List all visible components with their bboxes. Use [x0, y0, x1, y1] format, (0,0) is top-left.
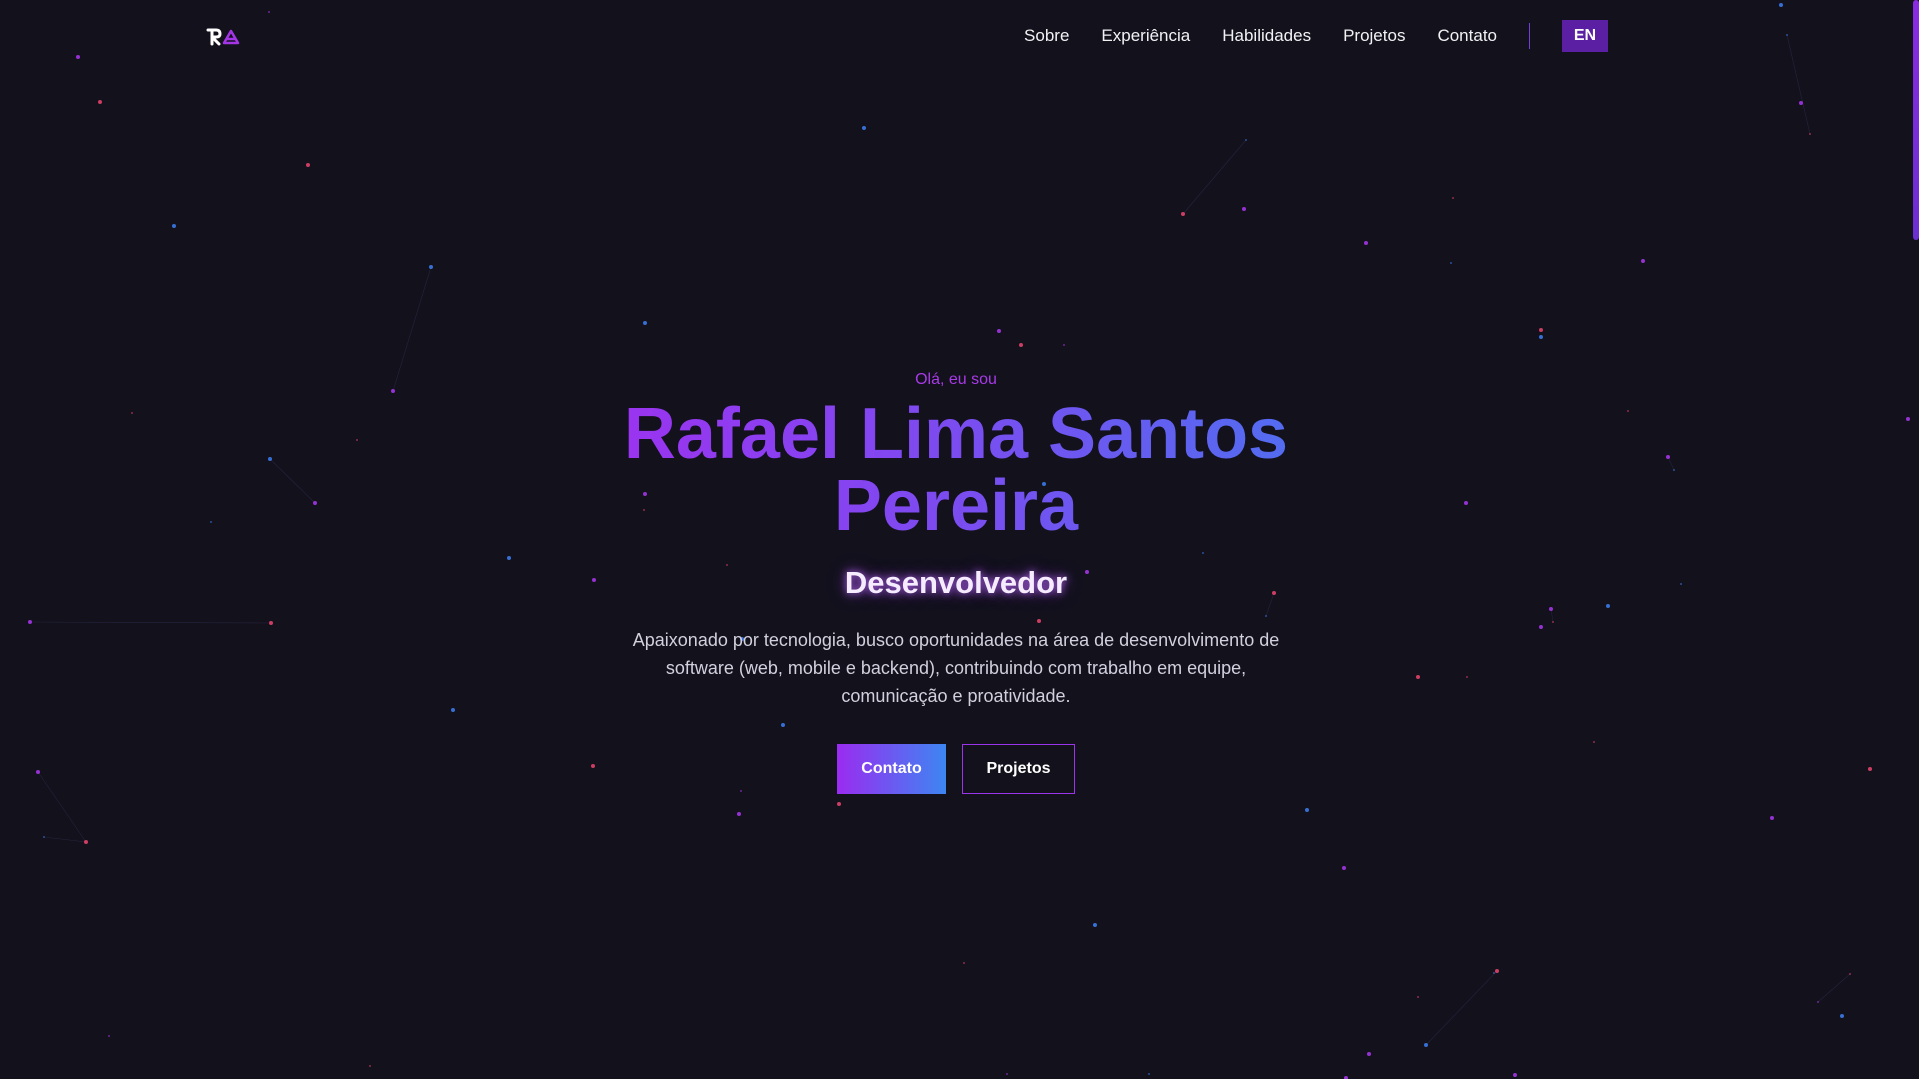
particle-dot — [1019, 343, 1023, 347]
particle-dot — [269, 621, 273, 625]
particle-dot — [1641, 259, 1645, 263]
navbar: Sobre Experiência Habilidades Projetos C… — [0, 0, 1919, 72]
particle-dot — [1906, 417, 1910, 421]
hero-name: Rafael Lima Santos Pereira — [560, 398, 1352, 542]
nav-link-habilidades[interactable]: Habilidades — [1222, 26, 1311, 46]
hero-greeting: Olá, eu sou — [915, 371, 997, 388]
nav-link-projetos[interactable]: Projetos — [1343, 26, 1405, 46]
particle-dot — [1539, 328, 1543, 332]
nav-link-sobre[interactable]: Sobre — [1024, 26, 1069, 46]
particle-dot — [369, 1065, 371, 1067]
particle-dot — [98, 100, 102, 104]
particle-dot — [1148, 1073, 1150, 1075]
particle-dot — [1770, 816, 1774, 820]
particle-dot — [28, 620, 32, 624]
particle-dot — [643, 321, 647, 325]
particle-dot — [429, 265, 433, 269]
language-toggle-button[interactable]: EN — [1562, 20, 1608, 52]
particle-dot — [507, 556, 511, 560]
particle-dot — [1242, 207, 1246, 211]
projects-button[interactable]: Projetos — [962, 744, 1075, 794]
particle-link — [1817, 973, 1851, 1003]
particle-link — [1182, 139, 1247, 215]
particle-dot — [1817, 1001, 1819, 1003]
nav-link-contato[interactable]: Contato — [1437, 26, 1497, 46]
particle-dot — [1539, 625, 1543, 629]
particle-dot — [1493, 972, 1495, 974]
particle-link — [1425, 970, 1498, 1046]
particle-dot — [306, 163, 310, 167]
particle-dot — [1666, 455, 1670, 459]
particle-dot — [862, 126, 866, 130]
particle-dot — [1673, 469, 1675, 471]
particle-dot — [1495, 969, 1499, 973]
particle-dot — [1809, 133, 1811, 135]
hero-description: Apaixonado por tecnologia, busco oportun… — [632, 630, 1280, 706]
particle-dot — [1452, 197, 1454, 199]
particle-dot — [1417, 996, 1419, 998]
particle-dot — [1849, 973, 1851, 975]
particle-dot — [1513, 1073, 1517, 1077]
particle-dot — [1305, 808, 1309, 812]
particle-dot — [1549, 607, 1553, 611]
hero-section: Olá, eu sou Rafael Lima Santos Pereira D… — [560, 368, 1352, 794]
particle-dot — [43, 836, 45, 838]
particle-dot — [356, 439, 358, 441]
hero-role: Desenvolvedor — [844, 565, 1068, 600]
particle-link — [37, 771, 87, 843]
nav-link-experiencia[interactable]: Experiência — [1101, 26, 1190, 46]
particle-dot — [1450, 262, 1452, 264]
particle-dot — [1606, 604, 1610, 608]
particle-link — [392, 266, 432, 392]
particle-link — [1667, 456, 1675, 471]
hero-actions: Contato Projetos — [560, 744, 1352, 794]
particle-dot — [1627, 410, 1629, 412]
particle-dot — [1466, 676, 1468, 678]
particle-dot — [84, 840, 88, 844]
particle-dot — [837, 802, 841, 806]
nav-divider — [1529, 23, 1530, 49]
particle-dot — [1364, 241, 1368, 245]
particle-dot — [1006, 1073, 1008, 1075]
particle-dot — [1424, 1043, 1428, 1047]
particle-dot — [1539, 335, 1543, 339]
particle-dot — [1063, 344, 1065, 346]
ra-logo-icon[interactable] — [206, 26, 242, 46]
particle-dot — [108, 1035, 110, 1037]
portfolio-page: Sobre Experiência Habilidades Projetos C… — [0, 0, 1919, 1079]
particle-dot — [963, 962, 965, 964]
particle-dot — [1799, 101, 1803, 105]
particle-dot — [268, 457, 272, 461]
nav-menu: Sobre Experiência Habilidades Projetos C… — [1024, 20, 1608, 52]
contact-button[interactable]: Contato — [837, 744, 946, 794]
page-scrollbar[interactable] — [1913, 0, 1919, 1079]
particle-dot — [313, 501, 317, 505]
particle-dot — [1093, 924, 1095, 926]
particle-dot — [391, 389, 395, 393]
particle-dot — [210, 521, 212, 523]
particle-dot — [1367, 1052, 1371, 1056]
particle-dot — [1593, 741, 1595, 743]
particle-dot — [1416, 675, 1420, 679]
particle-dot — [737, 812, 741, 816]
particle-dot — [997, 329, 1001, 333]
particle-link — [43, 836, 87, 843]
particle-dot — [1245, 139, 1247, 141]
particle-dot — [131, 412, 133, 414]
particle-dot — [1552, 621, 1554, 623]
particle-dot — [1840, 1014, 1844, 1018]
scrollbar-thumb[interactable] — [1913, 0, 1919, 240]
particle-dot — [1680, 583, 1682, 585]
particle-dot — [36, 770, 40, 774]
particle-dot — [172, 224, 176, 228]
particle-link — [29, 621, 272, 624]
particle-dot — [1868, 767, 1872, 771]
particle-dot — [1342, 866, 1346, 870]
particle-dot — [1464, 501, 1468, 505]
particle-dot — [1181, 212, 1185, 216]
particle-link — [269, 458, 316, 504]
particle-dot — [451, 708, 455, 712]
